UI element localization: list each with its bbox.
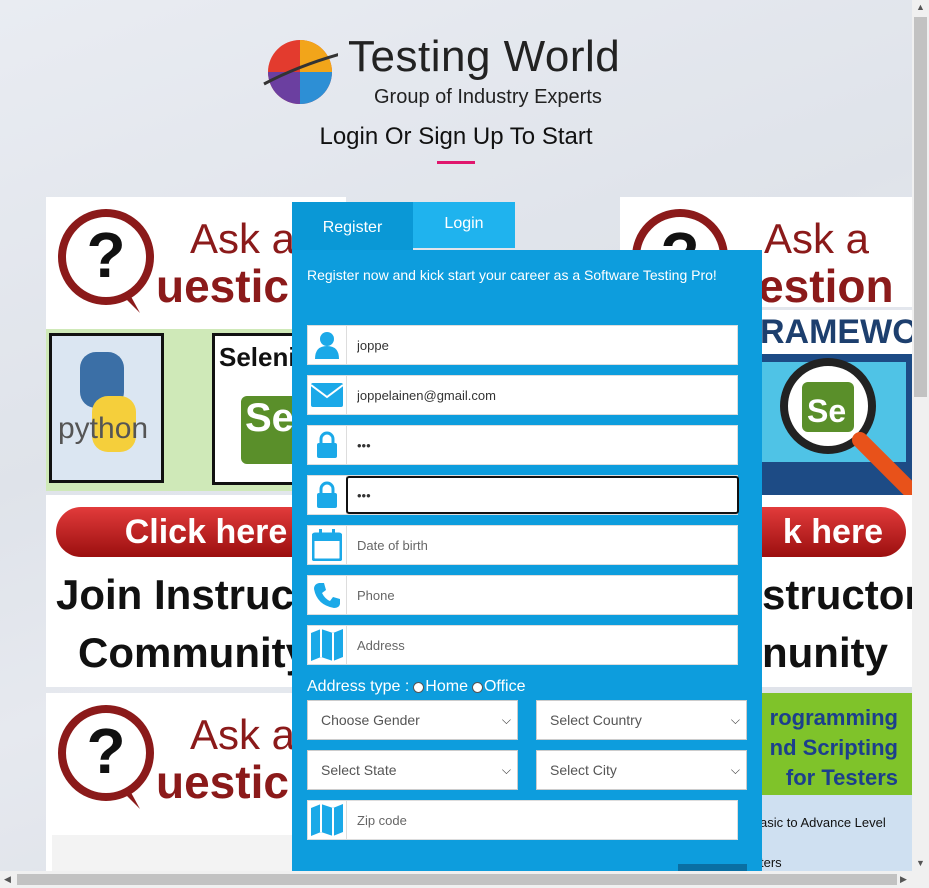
python-selenium-ad[interactable]: python Seleniu Se bbox=[46, 329, 296, 491]
python-logo-icon: python bbox=[49, 333, 164, 483]
address-type-group: Address type : Home Office bbox=[307, 678, 525, 696]
question-mark-icon: ? bbox=[58, 209, 154, 313]
register-intro-text: Register now and kick start your career … bbox=[307, 267, 717, 283]
ad-text: nd Scripting bbox=[769, 735, 898, 760]
chevron-down-icon: ⌵ bbox=[501, 763, 511, 777]
email-field[interactable] bbox=[307, 375, 738, 415]
ad-text: Ask a bbox=[190, 711, 296, 758]
click-here-banner: Click here bbox=[56, 507, 306, 557]
gender-select[interactable]: Choose Gender ⌵ bbox=[307, 700, 518, 740]
ad-text: uestic bbox=[156, 756, 289, 808]
scroll-down-icon[interactable]: ▼ bbox=[916, 858, 925, 868]
map-icon bbox=[308, 801, 347, 839]
click-here-banner: k here bbox=[760, 507, 906, 557]
course-ad[interactable]: asic to Advance Level ters bbox=[760, 795, 912, 871]
gender-select-value: Choose Gender bbox=[321, 712, 420, 728]
horizontal-scrollbar[interactable]: ◀ ▶ bbox=[0, 871, 929, 888]
heading-underline bbox=[437, 161, 475, 164]
phone-icon bbox=[308, 576, 347, 614]
radio-office-label: Office bbox=[483, 678, 526, 695]
ad-text: Community bbox=[78, 629, 306, 676]
confirm-password-input[interactable] bbox=[346, 476, 739, 514]
username-input[interactable] bbox=[348, 326, 737, 364]
envelope-icon bbox=[308, 376, 347, 414]
zip-input[interactable] bbox=[348, 801, 737, 839]
dob-field[interactable] bbox=[307, 525, 738, 565]
page-title: Login Or Sign Up To Start bbox=[319, 123, 593, 150]
phone-input[interactable] bbox=[348, 576, 737, 614]
map-icon bbox=[308, 626, 347, 664]
city-select-value: Select City bbox=[550, 762, 617, 778]
svg-text:Se: Se bbox=[807, 393, 846, 429]
password-input[interactable] bbox=[348, 426, 737, 464]
ad-text: nunity bbox=[762, 629, 888, 676]
address-field[interactable] bbox=[307, 625, 738, 665]
lock-icon bbox=[308, 476, 347, 514]
ad-text: uestic bbox=[156, 260, 289, 312]
scroll-right-icon[interactable]: ▶ bbox=[900, 874, 907, 885]
chevron-down-icon: ⌵ bbox=[730, 763, 740, 777]
chevron-down-icon: ⌵ bbox=[501, 713, 511, 727]
confirm-password-field[interactable] bbox=[307, 475, 739, 515]
scroll-left-icon[interactable]: ◀ bbox=[4, 874, 11, 885]
ad-text: structor bbox=[762, 571, 912, 618]
ad-text: for Testers bbox=[785, 765, 898, 790]
question-mark-icon: ? bbox=[58, 705, 154, 809]
password-field[interactable] bbox=[307, 425, 738, 465]
ad-strip bbox=[52, 835, 312, 871]
scroll-up-icon[interactable]: ▲ bbox=[916, 2, 925, 12]
ad-text: Join Instruct bbox=[56, 571, 306, 618]
radio-home-label: Home bbox=[425, 678, 468, 695]
chevron-down-icon: ⌵ bbox=[730, 713, 740, 727]
horizontal-scroll-thumb[interactable] bbox=[17, 874, 897, 885]
zip-field[interactable] bbox=[307, 800, 738, 840]
vertical-scroll-thumb[interactable] bbox=[914, 17, 927, 397]
selenium-logo-icon: Seleniu Se bbox=[212, 333, 296, 485]
svg-text:?: ? bbox=[86, 219, 125, 291]
logo-subtitle: Group of Industry Experts bbox=[374, 86, 602, 108]
join-community-ad-right[interactable]: k here structor nunity bbox=[760, 495, 912, 687]
email-input[interactable] bbox=[348, 376, 737, 414]
address-type-label: Address type : bbox=[307, 678, 410, 695]
programming-ad[interactable]: rogramming nd Scripting for Testers bbox=[760, 693, 912, 795]
vertical-scrollbar[interactable]: ▲ ▼ bbox=[912, 0, 929, 871]
magnifier-selenium-icon: Se bbox=[780, 358, 912, 498]
framework-ad[interactable]: RAMEWORK Se bbox=[760, 310, 912, 502]
state-select-value: Select State bbox=[321, 762, 397, 778]
ad-text: ters bbox=[760, 855, 782, 870]
radio-office[interactable] bbox=[471, 681, 483, 693]
calendar-icon bbox=[308, 526, 347, 564]
svg-text:?: ? bbox=[86, 715, 125, 787]
country-select-value: Select Country bbox=[550, 712, 642, 728]
tab-register[interactable]: Register bbox=[292, 202, 413, 250]
dob-input[interactable] bbox=[348, 526, 737, 564]
user-icon bbox=[308, 326, 347, 364]
tab-login[interactable]: Login bbox=[413, 202, 515, 248]
logo-title: Testing World bbox=[348, 32, 621, 81]
lock-icon bbox=[308, 426, 347, 464]
radio-home[interactable] bbox=[413, 681, 425, 693]
ad-text: Ask a bbox=[190, 215, 296, 262]
country-select[interactable]: Select Country ⌵ bbox=[536, 700, 747, 740]
phone-field[interactable] bbox=[307, 575, 738, 615]
city-select[interactable]: Select City ⌵ bbox=[536, 750, 747, 790]
username-field[interactable] bbox=[307, 325, 738, 365]
ad-text: rogramming bbox=[769, 705, 898, 730]
state-select[interactable]: Select State ⌵ bbox=[307, 750, 518, 790]
address-input[interactable] bbox=[348, 626, 737, 664]
logo: Testing World Group of Industry Experts bbox=[262, 30, 662, 110]
join-community-ad-left[interactable]: Click here Join Instruct Community bbox=[46, 495, 306, 687]
ad-text: Ask a bbox=[764, 215, 870, 262]
ad-text: asic to Advance Level bbox=[760, 815, 886, 830]
globe-puzzle-logo-icon bbox=[263, 40, 338, 104]
